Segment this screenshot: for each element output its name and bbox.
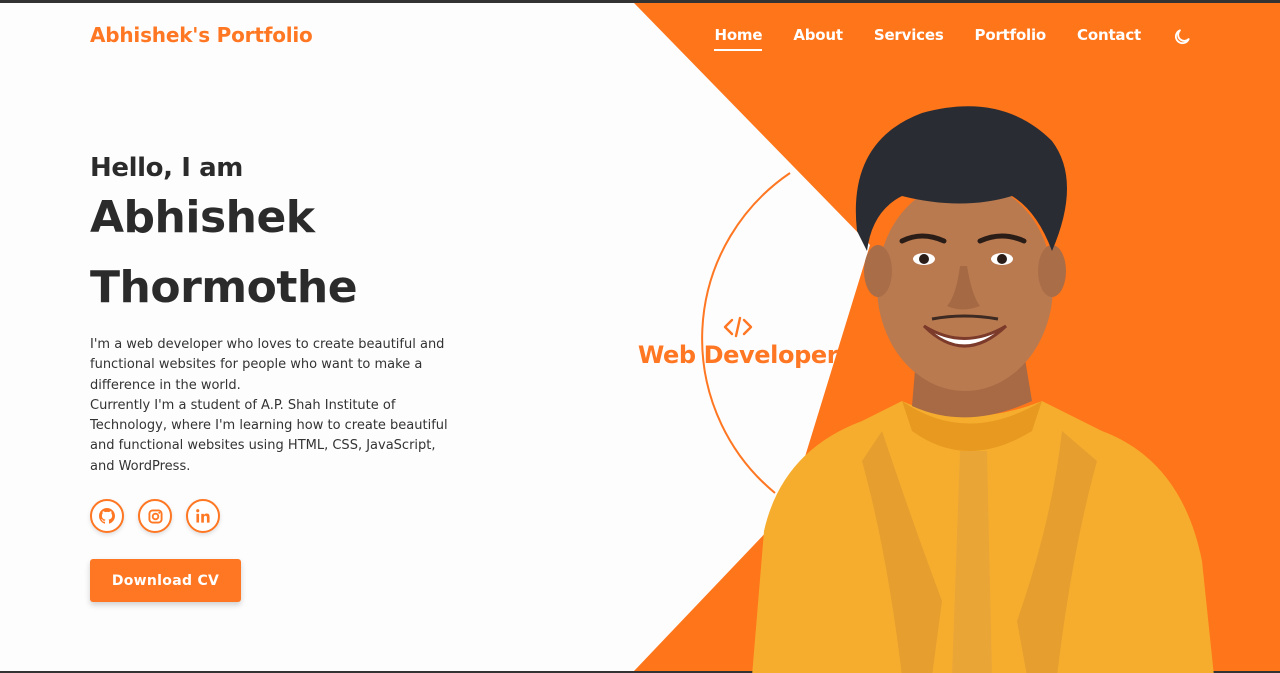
hero-intro: Hello, I am Abhishek Thormothe I'm a web… xyxy=(90,153,470,603)
social-links xyxy=(90,499,470,534)
bio-paragraph-1: I'm a web developer who loves to create … xyxy=(90,337,445,393)
hero-bio: I'm a web developer who loves to create … xyxy=(90,335,462,477)
github-icon xyxy=(99,508,115,524)
nav-portfolio[interactable]: Portfolio xyxy=(975,26,1047,48)
site-logo[interactable]: Abhishek's Portfolio xyxy=(90,23,313,47)
main-menu: Home About Services Portfolio Contact xyxy=(714,26,1192,51)
download-cv-button[interactable]: Download CV xyxy=(90,559,241,603)
hero-last-name: Thormothe xyxy=(90,262,358,313)
nav-home[interactable]: Home xyxy=(714,26,763,51)
hero-greeting: Hello, I am xyxy=(90,153,243,183)
profile-photo xyxy=(752,106,1214,673)
hero-first-name: Abhishek xyxy=(90,192,315,243)
linkedin-icon xyxy=(196,509,210,523)
nav-contact[interactable]: Contact xyxy=(1077,26,1141,48)
instagram-icon xyxy=(147,509,163,524)
top-navigation: Abhishek's Portfolio Home About Services… xyxy=(0,3,1280,71)
moon-icon[interactable] xyxy=(1172,27,1192,47)
bio-paragraph-2: Currently I'm a student of A.P. Shah Ins… xyxy=(90,397,448,474)
nav-about[interactable]: About xyxy=(793,26,843,48)
github-link[interactable] xyxy=(90,499,124,534)
instagram-link[interactable] xyxy=(138,499,172,534)
code-icon xyxy=(723,316,753,338)
linkedin-link[interactable] xyxy=(186,499,220,534)
nav-services[interactable]: Services xyxy=(874,26,944,48)
